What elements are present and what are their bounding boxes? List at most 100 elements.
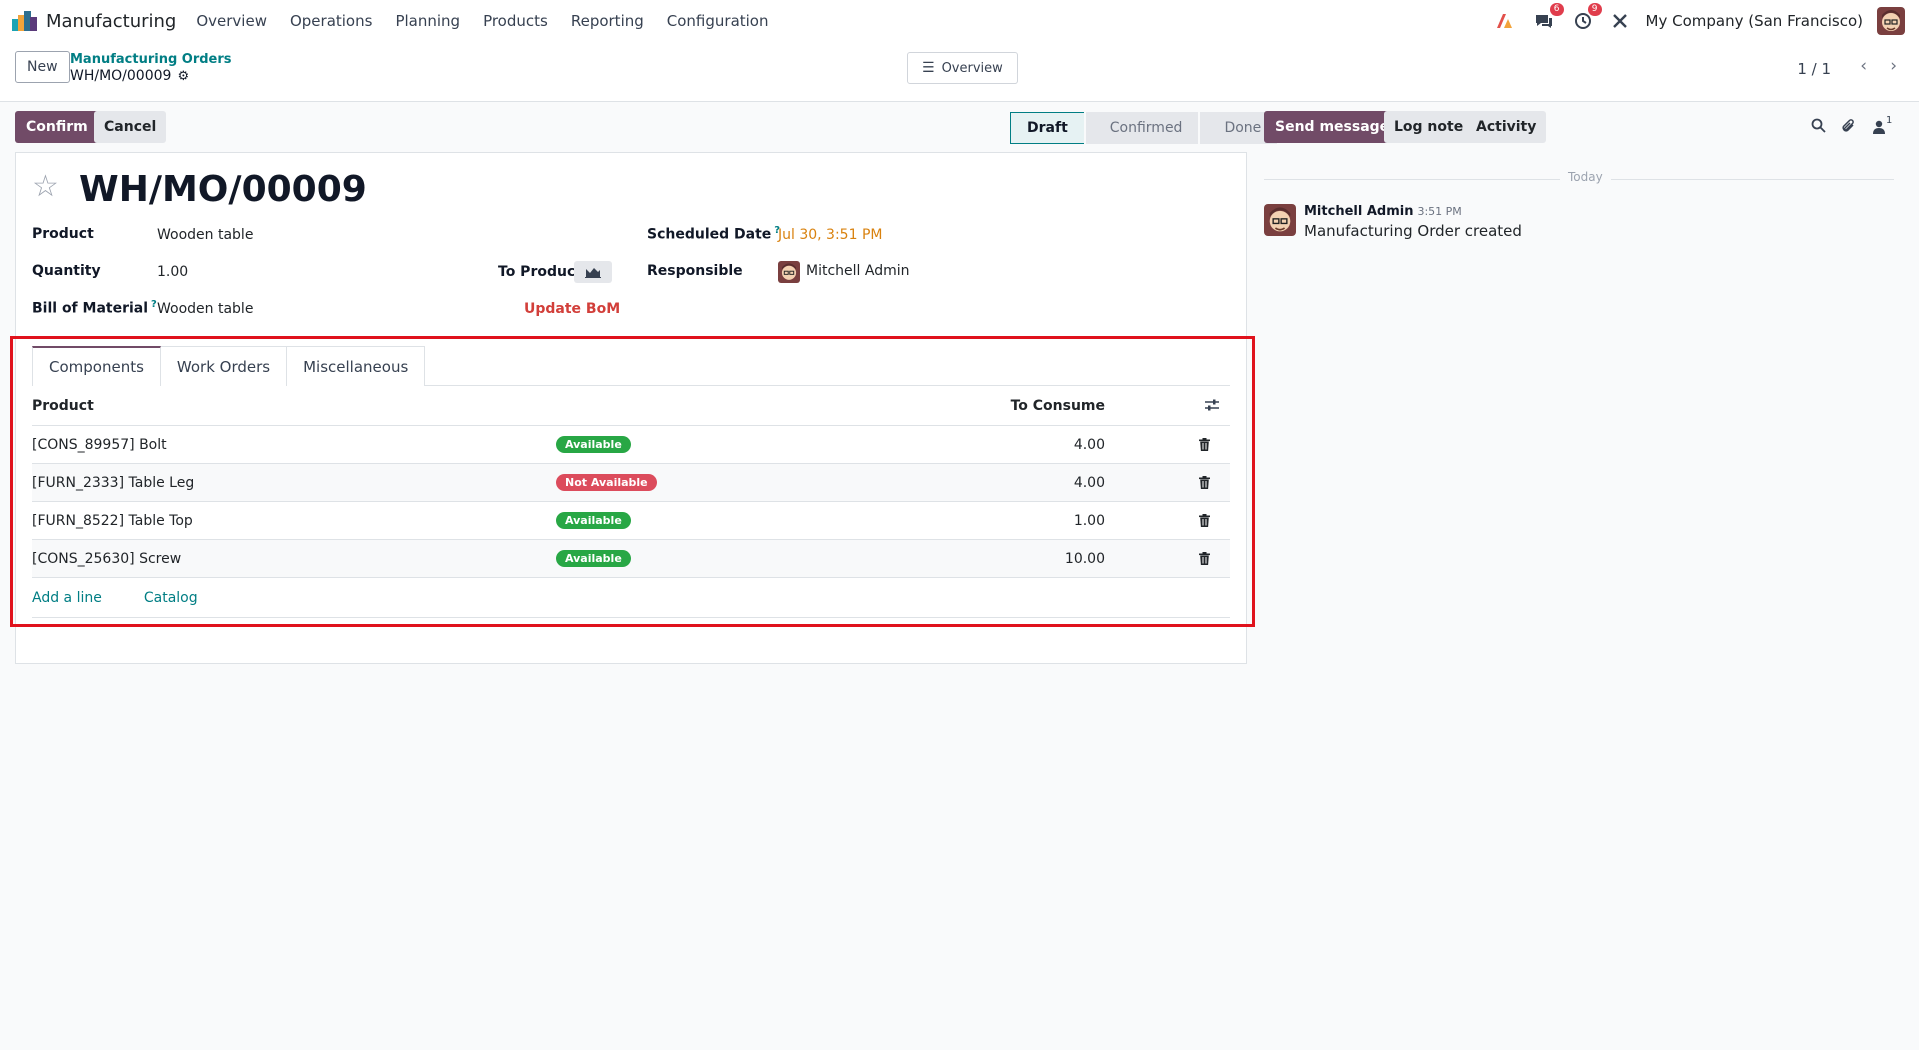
- search-icon[interactable]: [1811, 118, 1826, 137]
- overview-label: Overview: [941, 60, 1003, 76]
- trash-icon[interactable]: [1199, 552, 1210, 569]
- menu-reporting[interactable]: Reporting: [571, 12, 644, 30]
- cancel-button[interactable]: Cancel: [94, 111, 167, 143]
- add-a-line-link[interactable]: Add a line: [32, 590, 102, 606]
- manufacturing-app-icon[interactable]: [12, 11, 38, 31]
- quantity-label: Quantity: [32, 263, 101, 279]
- menu-configuration[interactable]: Configuration: [667, 12, 769, 30]
- forecast-chart-button[interactable]: [574, 261, 612, 283]
- form-sheet: ☆ WH/MO/00009 Product Wooden table Quant…: [15, 152, 1247, 664]
- product-field[interactable]: Wooden table: [157, 227, 253, 243]
- activities-clock-icon[interactable]: 9: [1574, 3, 1602, 30]
- scheduled-date-field[interactable]: Jul 30, 3:51 PM: [778, 227, 882, 243]
- row-status: Available: [556, 550, 631, 567]
- followers-count: 1: [1886, 115, 1893, 126]
- components-table: Product To Consume [CONS_89957] Bolt Ava…: [32, 386, 1230, 618]
- menu-overview[interactable]: Overview: [196, 12, 267, 30]
- table-row[interactable]: [CONS_89957] Bolt Available 4.00: [32, 426, 1230, 464]
- add-line-row: Add a line Catalog: [32, 578, 1230, 618]
- tab-components[interactable]: Components: [32, 346, 161, 386]
- activities-badge: 9: [1587, 3, 1602, 16]
- area-chart-icon: [585, 268, 601, 278]
- trash-icon[interactable]: [1199, 476, 1210, 493]
- app-name[interactable]: Manufacturing: [46, 11, 176, 32]
- messages-badge: 6: [1549, 3, 1564, 16]
- trash-icon[interactable]: [1199, 514, 1210, 531]
- bom-field[interactable]: Wooden table: [157, 301, 253, 317]
- debug-tools-icon[interactable]: [1612, 13, 1628, 29]
- gear-icon[interactable]: ⚙: [177, 69, 189, 84]
- status-badge: Not Available: [556, 474, 657, 491]
- row-qty[interactable]: 4.00: [1074, 475, 1105, 491]
- status-badge: Available: [556, 550, 631, 567]
- author-avatar[interactable]: [1264, 204, 1296, 236]
- col-to-consume[interactable]: To Consume: [1011, 398, 1105, 414]
- bom-help-icon[interactable]: ?: [151, 299, 157, 310]
- pager-previous-icon[interactable]: ‹: [1860, 56, 1867, 76]
- ai-logo-icon[interactable]: [1496, 13, 1514, 29]
- messages-icon[interactable]: 6: [1534, 3, 1564, 30]
- table-row[interactable]: [FURN_2333] Table Leg Not Available 4.00: [32, 464, 1230, 502]
- bom-label-text: Bill of Material: [32, 300, 149, 317]
- pager-next-icon[interactable]: ›: [1890, 56, 1897, 76]
- menu-planning[interactable]: Planning: [395, 12, 460, 30]
- activity-button[interactable]: Activity: [1466, 111, 1547, 143]
- row-qty[interactable]: 1.00: [1074, 513, 1105, 529]
- stage-draft[interactable]: Draft: [1010, 112, 1084, 144]
- row-product[interactable]: [CONS_89957] Bolt: [32, 437, 167, 453]
- trash-icon[interactable]: [1199, 438, 1210, 455]
- row-product[interactable]: [CONS_25630] Screw: [32, 551, 181, 567]
- row-qty[interactable]: 10.00: [1065, 551, 1105, 567]
- send-message-button[interactable]: Send message: [1264, 111, 1401, 143]
- followers-button[interactable]: 1: [1873, 115, 1893, 134]
- page-title: WH/MO/00009: [79, 169, 367, 210]
- responsible-avatar: [778, 261, 800, 283]
- menu-operations[interactable]: Operations: [290, 12, 372, 30]
- company-switcher[interactable]: My Company (San Francisco): [1646, 12, 1863, 30]
- overview-button[interactable]: ☰ Overview: [907, 52, 1018, 84]
- hamburger-icon: ☰: [922, 60, 935, 76]
- row-status: Not Available: [556, 474, 657, 491]
- breadcrumb-current: WH/MO/00009 ⚙: [70, 68, 189, 84]
- star-icon[interactable]: ☆: [32, 169, 59, 204]
- update-bom-button[interactable]: Update BoM: [524, 301, 620, 317]
- status-badge: Available: [556, 436, 631, 453]
- stage-confirmed[interactable]: Confirmed: [1085, 112, 1199, 144]
- message-time: 3:51 PM: [1417, 205, 1462, 218]
- row-status: Available: [556, 436, 631, 453]
- table-row[interactable]: [CONS_25630] Screw Available 10.00: [32, 540, 1230, 578]
- table-header: Product To Consume: [32, 386, 1230, 426]
- optional-columns-icon[interactable]: [1204, 397, 1220, 417]
- tab-work-orders[interactable]: Work Orders: [159, 346, 288, 386]
- catalog-link[interactable]: Catalog: [144, 590, 198, 606]
- menu-products[interactable]: Products: [483, 12, 548, 30]
- paperclip-icon[interactable]: [1841, 118, 1856, 138]
- bom-label: Bill of Material?: [32, 299, 157, 317]
- message-body: Manufacturing Order created: [1304, 222, 1522, 240]
- new-button[interactable]: New: [15, 51, 70, 83]
- product-label: Product: [32, 226, 94, 242]
- pager-value[interactable]: 1 / 1: [1797, 60, 1831, 78]
- user-avatar[interactable]: [1877, 7, 1905, 35]
- breadcrumb-manufacturing-orders[interactable]: Manufacturing Orders: [70, 52, 232, 67]
- message-author-name[interactable]: Mitchell Admin: [1304, 204, 1413, 219]
- breadcrumb-current-label: WH/MO/00009: [70, 68, 172, 84]
- notebook-tabs: Components Work Orders Miscellaneous: [32, 346, 1230, 386]
- col-product[interactable]: Product: [32, 398, 94, 414]
- top-navbar: Manufacturing Overview Operations Planni…: [0, 0, 1919, 42]
- table-row[interactable]: [FURN_8522] Table Top Available 1.00: [32, 502, 1230, 540]
- responsible-field[interactable]: Mitchell Admin: [806, 263, 910, 279]
- row-product[interactable]: [FURN_8522] Table Top: [32, 513, 193, 529]
- row-product[interactable]: [FURN_2333] Table Leg: [32, 475, 194, 491]
- tab-miscellaneous[interactable]: Miscellaneous: [286, 346, 426, 386]
- log-note-button[interactable]: Log note: [1384, 111, 1474, 143]
- scheduled-date-label-text: Scheduled Date: [647, 226, 772, 243]
- control-panel: New Manufacturing Orders WH/MO/00009 ⚙ ☰…: [0, 42, 1919, 102]
- row-qty[interactable]: 4.00: [1074, 437, 1105, 453]
- row-status: Available: [556, 512, 631, 529]
- status-bar: Draft Confirmed Done: [1010, 112, 1279, 144]
- quantity-field[interactable]: 1.00: [157, 264, 188, 280]
- date-separator-label: Today: [1560, 170, 1611, 184]
- user-icon: [1873, 120, 1885, 134]
- confirm-button[interactable]: Confirm: [15, 111, 99, 143]
